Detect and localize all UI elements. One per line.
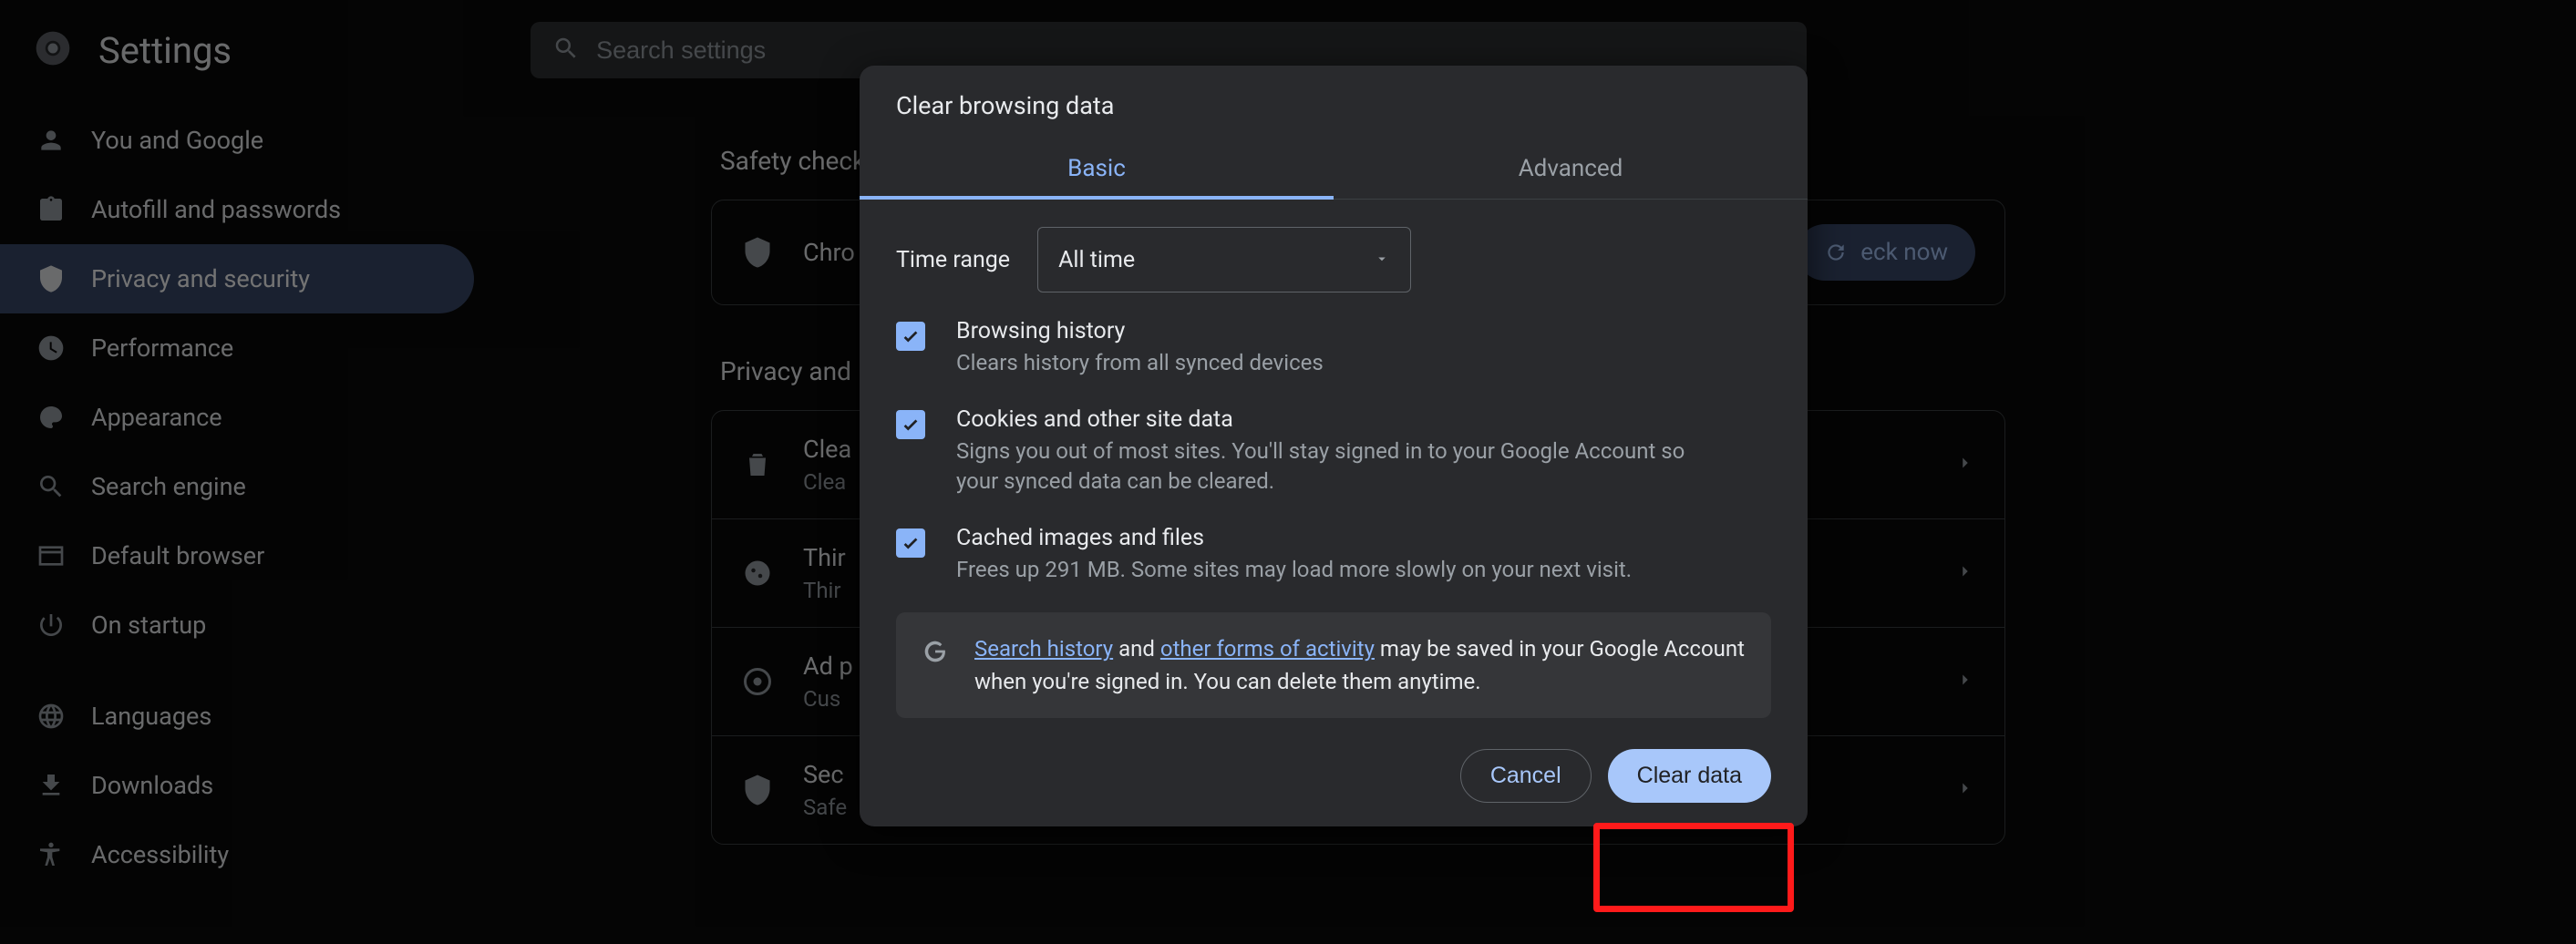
clear-data-button[interactable]: Clear data (1608, 749, 1771, 803)
checkbox-cache[interactable] (896, 528, 925, 558)
chevron-down-icon (1374, 247, 1390, 273)
check-title: Cached images and files (956, 525, 1632, 551)
check-sub: Signs you out of most sites. You'll stay… (956, 436, 1704, 498)
time-range-label: Time range (896, 247, 1010, 273)
check-sub: Frees up 291 MB. Some sites may load mor… (956, 555, 1632, 586)
checkbox-browsing-history[interactable] (896, 322, 925, 351)
check-sub: Clears history from all synced devices (956, 348, 1324, 379)
google-icon (920, 632, 951, 698)
google-account-info: Search history and other forms of activi… (896, 612, 1771, 718)
tab-advanced[interactable]: Advanced (1334, 139, 1808, 199)
cancel-button[interactable]: Cancel (1460, 749, 1592, 803)
dialog-title: Clear browsing data (860, 66, 1808, 139)
check-title: Browsing history (956, 318, 1324, 344)
tab-basic[interactable]: Basic (860, 139, 1334, 199)
search-history-link[interactable]: Search history (974, 636, 1113, 662)
checkbox-cookies[interactable] (896, 410, 925, 439)
other-activity-link[interactable]: other forms of activity (1160, 636, 1375, 662)
time-range-select[interactable]: All time (1037, 227, 1411, 292)
clear-browsing-data-dialog: Clear browsing data Basic Advanced Time … (860, 66, 1808, 826)
check-title: Cookies and other site data (956, 406, 1704, 433)
